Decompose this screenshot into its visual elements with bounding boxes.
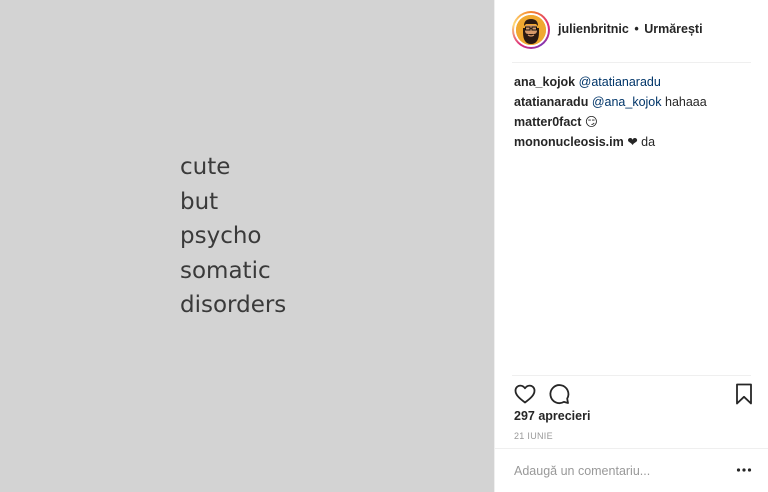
comment-icon[interactable] <box>547 382 571 406</box>
actions-divider <box>512 375 751 376</box>
post-header: julienbritnic • Urmărești <box>495 0 768 62</box>
ellipsis-icon[interactable] <box>736 462 752 478</box>
comment-username[interactable]: mononucleosis.im <box>514 135 624 149</box>
comment-item: ana_kojok @atatianaradu <box>514 72 754 92</box>
bookmark-icon[interactable] <box>732 382 756 406</box>
comment-item: atatianaradu @ana_kojok hahaaa <box>514 92 754 112</box>
post-actions <box>495 380 768 408</box>
avatar-illustration <box>516 15 546 45</box>
following-button[interactable]: Urmărești <box>644 22 702 36</box>
poem-line: psycho <box>180 223 262 249</box>
comment-username[interactable]: atatianaradu <box>514 95 588 109</box>
header-separator: • <box>634 22 639 36</box>
post-image-text: cute but psycho somatic disorders <box>180 150 286 323</box>
comment-text: ❤ da <box>623 135 656 149</box>
post-side-panel: julienbritnic • Urmărești ana_kojok @ata… <box>494 0 768 492</box>
heart-icon[interactable] <box>513 382 537 406</box>
comment-mention[interactable]: @atatianaradu <box>579 75 661 89</box>
comment-text: 😏 <box>581 115 598 129</box>
add-comment-input[interactable] <box>514 460 724 482</box>
header-divider <box>512 62 751 63</box>
post-author-username[interactable]: julienbritnic <box>558 22 629 36</box>
comments-list: ana_kojok @atatianaradu atatianaradu @an… <box>514 72 754 152</box>
likes-count[interactable]: 297 aprecieri <box>514 409 590 423</box>
comment-item: matter0fact 😏 <box>514 112 754 132</box>
poem-line: cute <box>180 154 231 180</box>
comment-text: hahaaa <box>661 95 707 109</box>
post-image[interactable]: cute but psycho somatic disorders <box>0 0 494 492</box>
poem-line: somatic <box>180 257 271 284</box>
instagram-post: cute but psycho somatic disorders julien… <box>0 0 768 492</box>
avatar[interactable] <box>512 11 550 49</box>
poem-line: but <box>180 188 219 215</box>
add-comment-divider <box>495 448 768 449</box>
comment-username[interactable]: ana_kojok <box>514 75 575 89</box>
poem-line: disorders <box>180 292 287 318</box>
comment-username[interactable]: matter0fact <box>514 115 581 129</box>
post-date[interactable]: 21 IUNIE <box>514 431 553 441</box>
comment-item: mononucleosis.im ❤ da <box>514 132 754 152</box>
comment-mention[interactable]: @ana_kojok <box>592 95 662 109</box>
